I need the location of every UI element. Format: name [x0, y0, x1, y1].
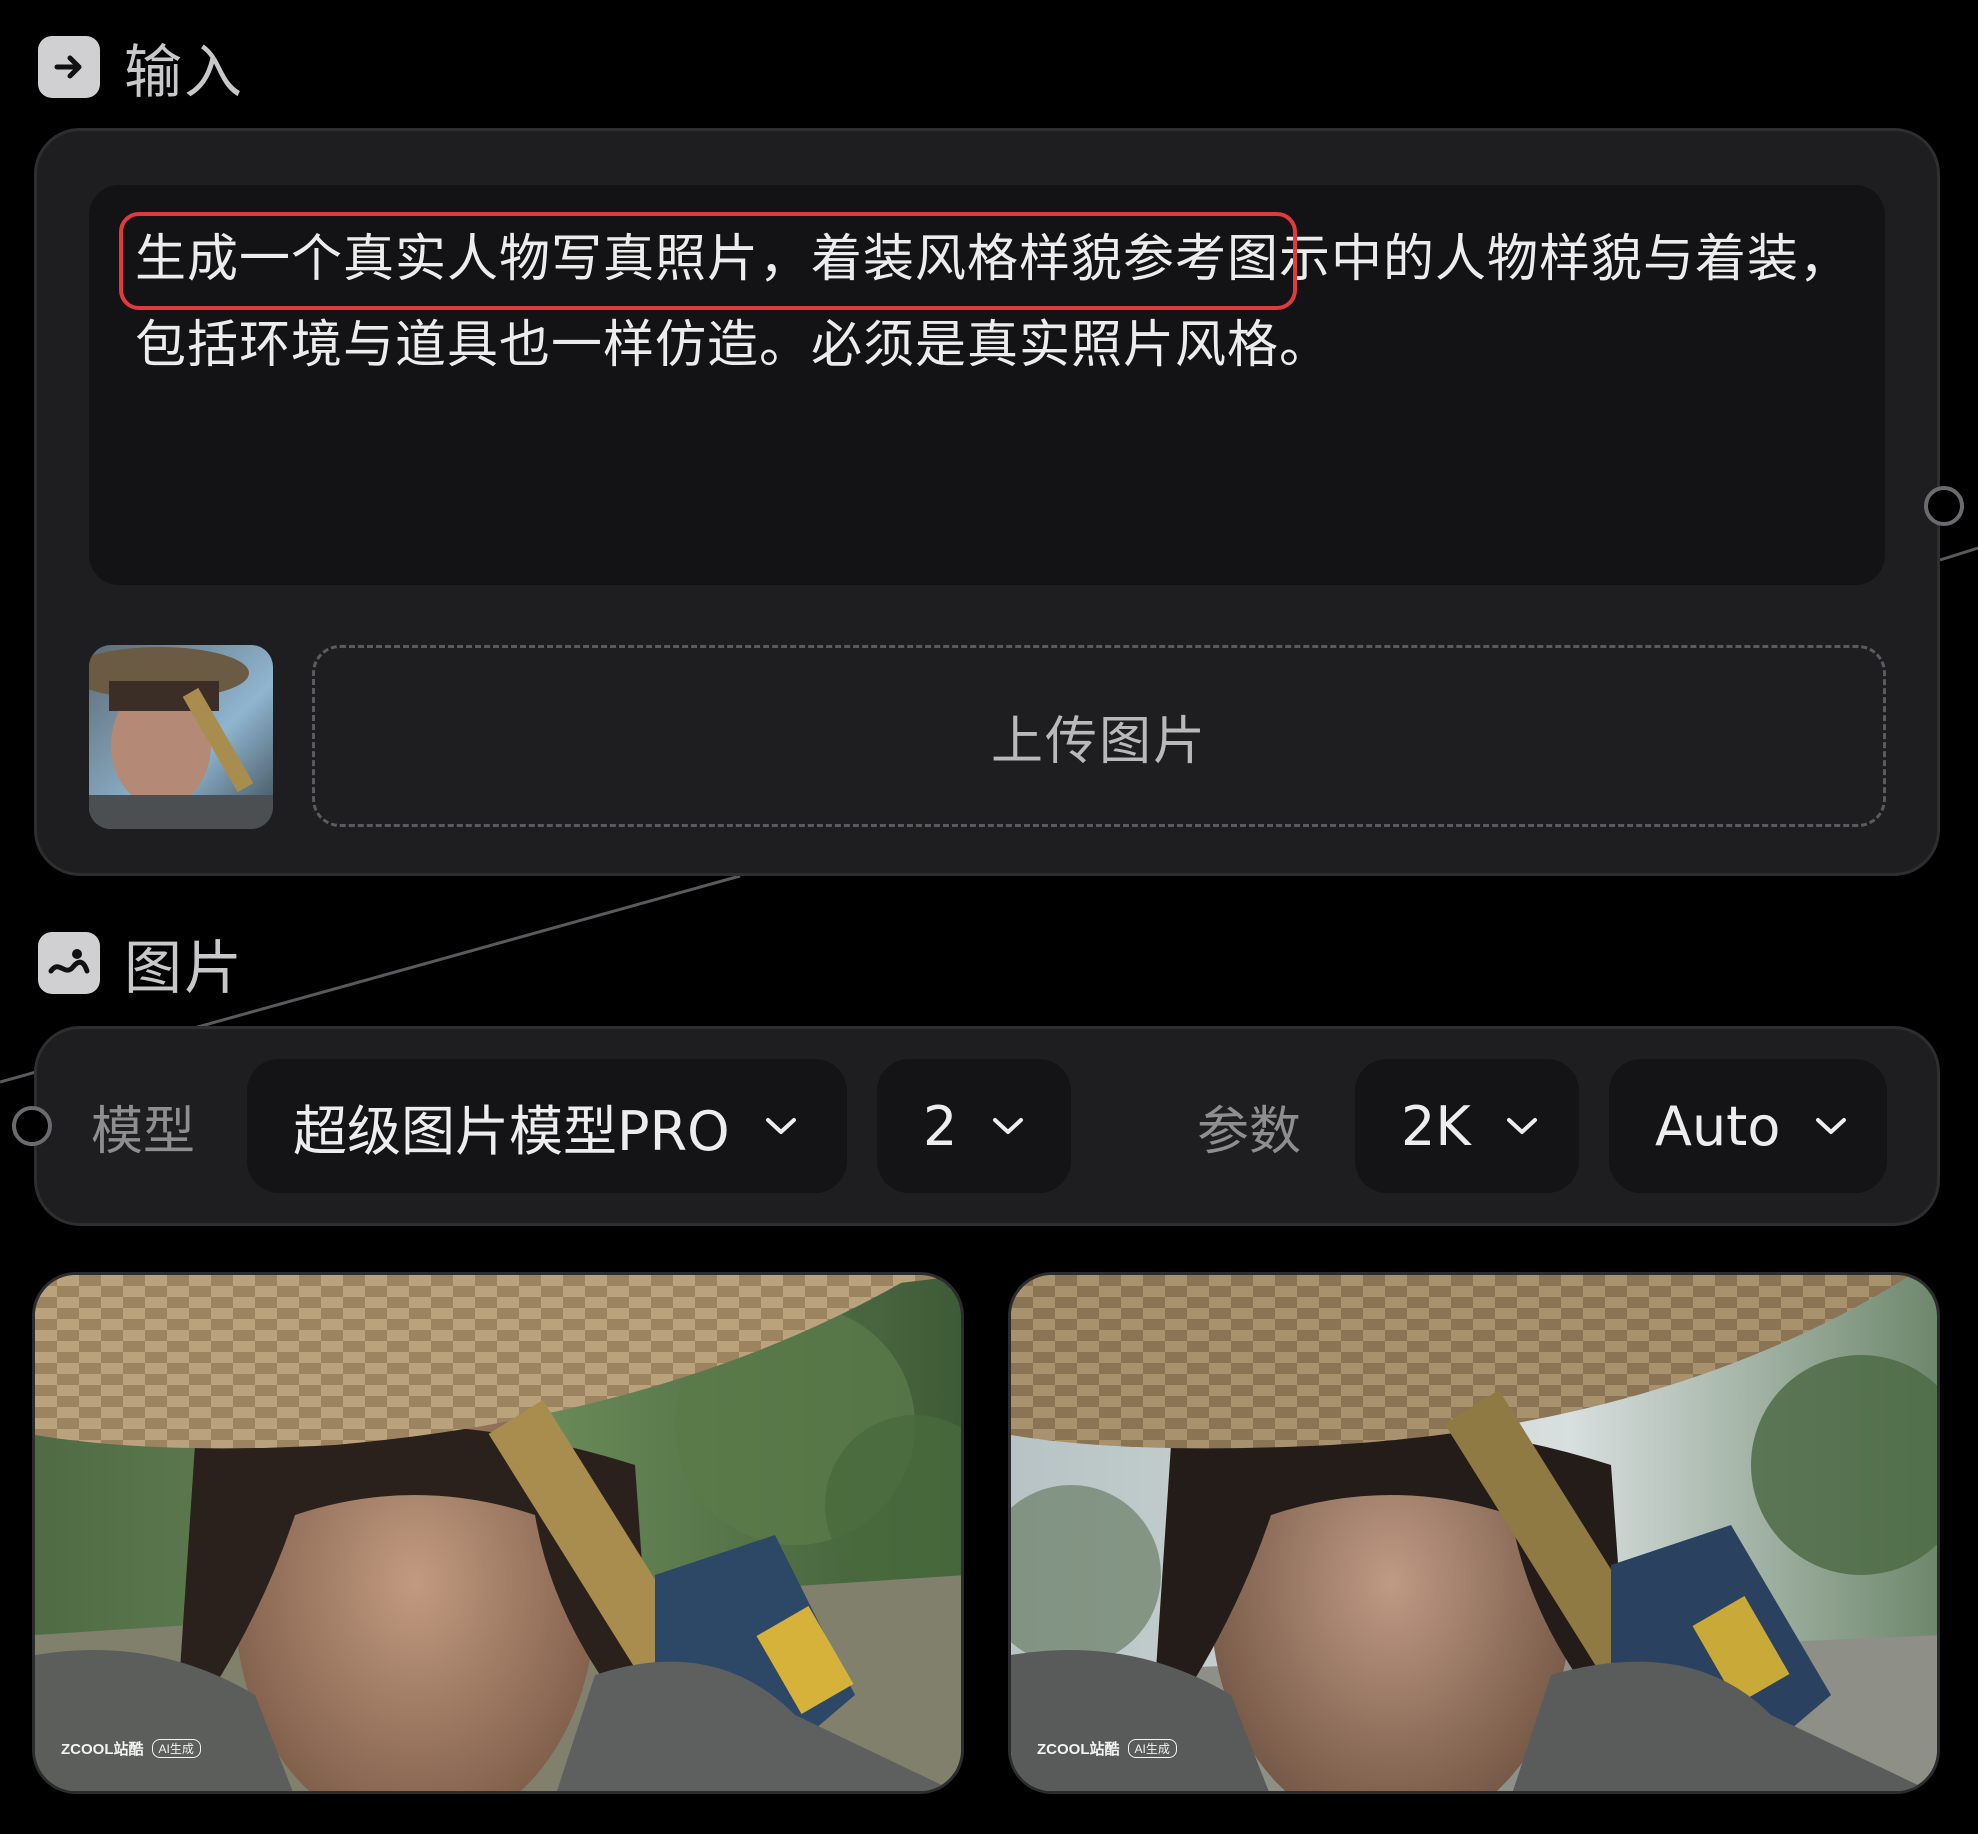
count-value: 2	[923, 1094, 958, 1158]
generated-image-2[interactable]: ZCOOL站酷 AI生成	[1008, 1272, 1940, 1794]
aspect-ratio-value: Auto	[1655, 1094, 1781, 1158]
model-label: 模型	[91, 1102, 196, 1162]
prompt-text[interactable]: 生成一个真实人物写真照片，着装风格样貌参考图示中的人物样貌与着装，包括环境与道具…	[135, 217, 1855, 389]
model-dropdown[interactable]: 超级图片模型PRO	[247, 1059, 847, 1193]
generated-image-1[interactable]: ZCOOL站酷 AI生成	[32, 1272, 964, 1794]
input-section-header: 输入	[38, 32, 244, 106]
chevron-down-icon	[1506, 1118, 1537, 1134]
params-label: 参数	[1197, 1102, 1302, 1162]
count-dropdown[interactable]: 2	[877, 1059, 1071, 1193]
chevron-down-icon	[765, 1118, 796, 1134]
image-icon	[38, 932, 100, 994]
prompt-textarea[interactable]: 生成一个真实人物写真照片，着装风格样貌参考图示中的人物样貌与着装，包括环境与道具…	[89, 185, 1885, 585]
watermark: ZCOOL站酷 AI生成	[1037, 1738, 1177, 1759]
resolution-value: 2K	[1401, 1094, 1471, 1158]
reference-image-thumbnail[interactable]	[89, 645, 273, 829]
chevron-down-icon	[993, 1118, 1024, 1134]
arrow-right-icon	[38, 36, 100, 98]
image-section-header: 图片	[38, 928, 244, 1002]
input-section-title: 输入	[124, 38, 245, 106]
image-input-port[interactable]	[12, 1106, 52, 1146]
watermark: ZCOOL站酷 AI生成	[61, 1738, 201, 1759]
aspect-ratio-dropdown[interactable]: Auto	[1609, 1059, 1887, 1193]
model-value: 超级图片模型PRO	[293, 1099, 730, 1163]
image-section-title: 图片	[124, 934, 245, 1002]
upload-image-label: 上传图片	[990, 711, 1207, 772]
input-card: 生成一个真实人物写真照片，着装风格样貌参考图示中的人物样貌与着装，包括环境与道具…	[34, 128, 1940, 876]
resolution-dropdown[interactable]: 2K	[1355, 1059, 1579, 1193]
upload-image-button[interactable]: 上传图片	[312, 645, 1886, 827]
chevron-down-icon	[1816, 1118, 1847, 1134]
model-settings-card: 模型 超级图片模型PRO 2 参数 2K Auto	[34, 1026, 1940, 1226]
input-output-port[interactable]	[1924, 486, 1964, 526]
